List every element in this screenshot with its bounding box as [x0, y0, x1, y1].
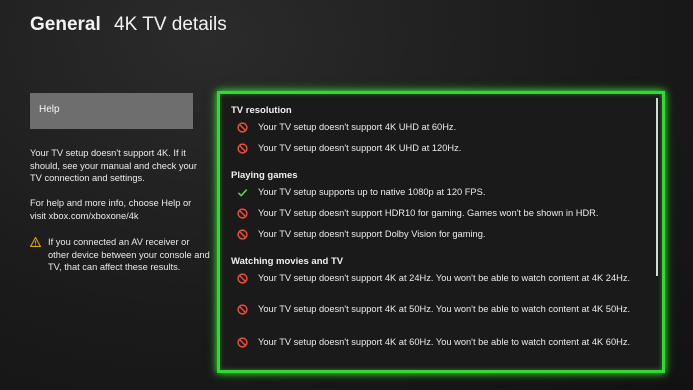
list-item: Your TV setup doesn't support 4K at 24Hz… [237, 272, 632, 284]
list-item: Your TV setup doesn't support 4K UHD at … [237, 142, 632, 154]
list-item: Your TV setup doesn't support 4K at 60Hz… [237, 336, 632, 348]
list-item-text: Your TV setup doesn't support 4K at 60Hz… [258, 337, 631, 347]
list-item-text: Your TV setup supports up to native 1080… [258, 187, 486, 197]
group-title: Playing games [231, 170, 298, 181]
list-item: Your TV setup doesn't support 4K at 50Hz… [237, 303, 632, 315]
no-icon [237, 208, 248, 219]
list-item: Your TV setup doesn't support HDR10 for … [237, 207, 632, 219]
list-item-text: Your TV setup doesn't support 4K UHD at … [258, 143, 462, 153]
list-item: Your TV setup supports up to native 1080… [237, 186, 632, 198]
list-item: Your TV setup doesn't support 4K UHD at … [237, 121, 632, 133]
help-info-text: For help and more info, choose Help or v… [30, 198, 192, 221]
list-item-text: Your TV setup doesn't support 4K UHD at … [258, 122, 457, 132]
warning-icon [30, 237, 41, 247]
list-item-text: Your TV setup doesn't support 4K at 24Hz… [258, 273, 631, 283]
page-header: General 4K TV details [30, 14, 227, 36]
list-item: Your TV setup doesn't support Dolby Visi… [237, 228, 632, 240]
setup-status-text: Your TV setup doesn't support 4K. If it … [30, 148, 197, 184]
warning-text: If you connected an AV receiver or other… [48, 237, 210, 273]
scrollbar[interactable] [656, 98, 658, 276]
no-icon [237, 122, 248, 133]
tv-details-panel[interactable]: TV resolution Your TV setup doesn't supp… [217, 91, 665, 373]
help-button[interactable]: Help [30, 93, 193, 129]
av-receiver-warning: If you connected an AV receiver or other… [30, 236, 210, 274]
section-name: General [30, 14, 101, 35]
group-title: Watching movies and TV [231, 256, 344, 267]
check-icon [237, 189, 248, 197]
list-item-text: Your TV setup doesn't support HDR10 for … [258, 208, 599, 218]
list-item-text: Your TV setup doesn't support Dolby Visi… [258, 229, 486, 239]
no-icon [237, 143, 248, 154]
no-icon [237, 304, 248, 315]
no-icon [237, 337, 248, 348]
no-icon [237, 273, 248, 284]
page-title: 4K TV details [114, 14, 227, 35]
tv-details-screen: General 4K TV details Help Your TV setup… [0, 0, 693, 390]
help-button-label: Help [39, 104, 60, 115]
group-title: TV resolution [231, 105, 292, 116]
list-item-text: Your TV setup doesn't support 4K at 50Hz… [258, 304, 631, 314]
no-icon [237, 229, 248, 240]
